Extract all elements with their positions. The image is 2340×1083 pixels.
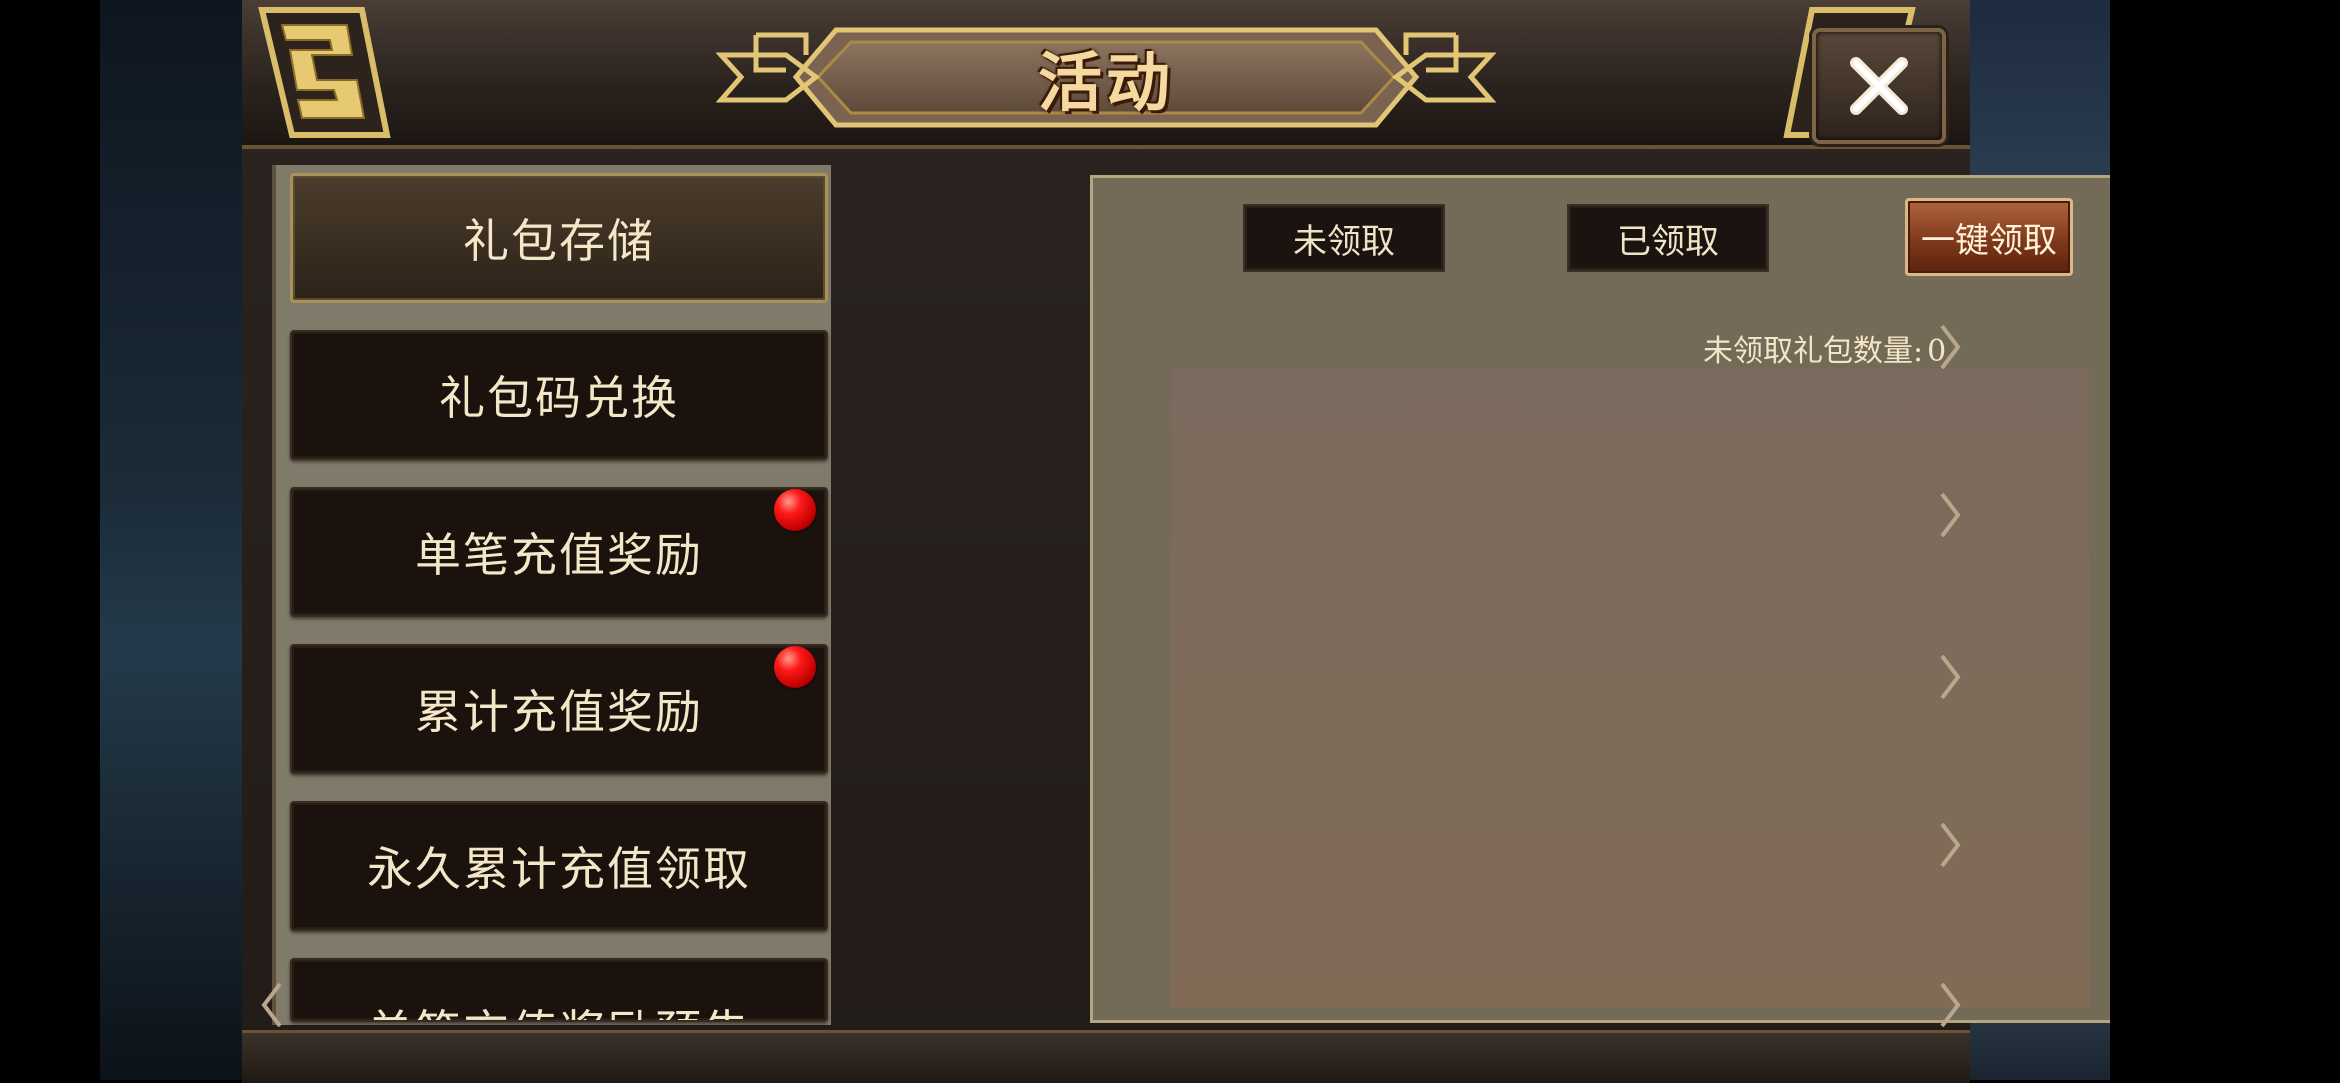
sidebar-item-gift-storage[interactable]: 礼包存储 <box>290 173 828 303</box>
sidebar-item-label: 永久累计充值领取 <box>367 842 751 896</box>
notification-badge-icon <box>774 489 816 531</box>
chevron-right-icon <box>1940 324 1961 370</box>
claim-all-button[interactable]: 一键领取 <box>1905 198 2073 276</box>
corner-ornament-left-icon <box>258 6 391 138</box>
sidebar-item-label: 礼包存储 <box>463 214 655 268</box>
screen-bezel-right <box>2110 0 2340 1080</box>
game-background-left <box>100 0 250 1080</box>
sidebar-item-label: 累计充值奖励 <box>415 685 703 739</box>
chevron-right-icon <box>1940 492 1961 538</box>
sidebar-item-single-recharge-reward[interactable]: 单笔充值奖励 <box>290 487 828 617</box>
chevron-right-icon <box>1940 982 1961 1028</box>
unclaimed-count-label: 未领取礼包数量: <box>1703 334 1924 369</box>
gift-storage-panel: 未领取 已领取 一键领取 未领取礼包数量: 0 <box>1090 175 2170 1023</box>
title-bar: 活动 <box>242 0 1970 149</box>
chevron-right-icon <box>1940 822 1961 868</box>
close-button[interactable] <box>1812 28 1946 144</box>
window-title: 活动 <box>1038 46 1174 121</box>
title-plaque: 活动 <box>716 20 1496 135</box>
chevron-left-icon <box>261 982 282 1028</box>
screen-bezel-left <box>0 0 100 1080</box>
tab-claimed[interactable]: 已领取 <box>1567 204 1769 272</box>
sidebar-item-label: 单笔充值奖励预告 <box>367 996 751 1020</box>
sidebar-item-label: 单笔充值奖励 <box>415 528 703 582</box>
notification-badge-icon <box>774 646 816 688</box>
sidebar-item-permanent-cumulative-recharge[interactable]: 永久累计充值领取 <box>290 801 828 931</box>
sidebar-item-gift-code-redeem[interactable]: 礼包码兑换 <box>290 330 828 460</box>
sidebar-item-single-recharge-preview[interactable]: 单笔充值奖励预告 <box>290 958 828 1022</box>
unclaimed-count-line: 未领取礼包数量: 0 <box>1703 326 2103 369</box>
sidebar-item-label: 礼包码兑换 <box>439 371 679 425</box>
chevron-right-icon <box>1940 654 1961 700</box>
close-x-icon <box>1850 57 1908 115</box>
tab-unclaimed[interactable]: 未领取 <box>1243 204 1445 272</box>
bottom-frame <box>242 1030 1970 1083</box>
sidebar-item-cumulative-recharge-reward[interactable]: 累计充值奖励 <box>290 644 828 774</box>
